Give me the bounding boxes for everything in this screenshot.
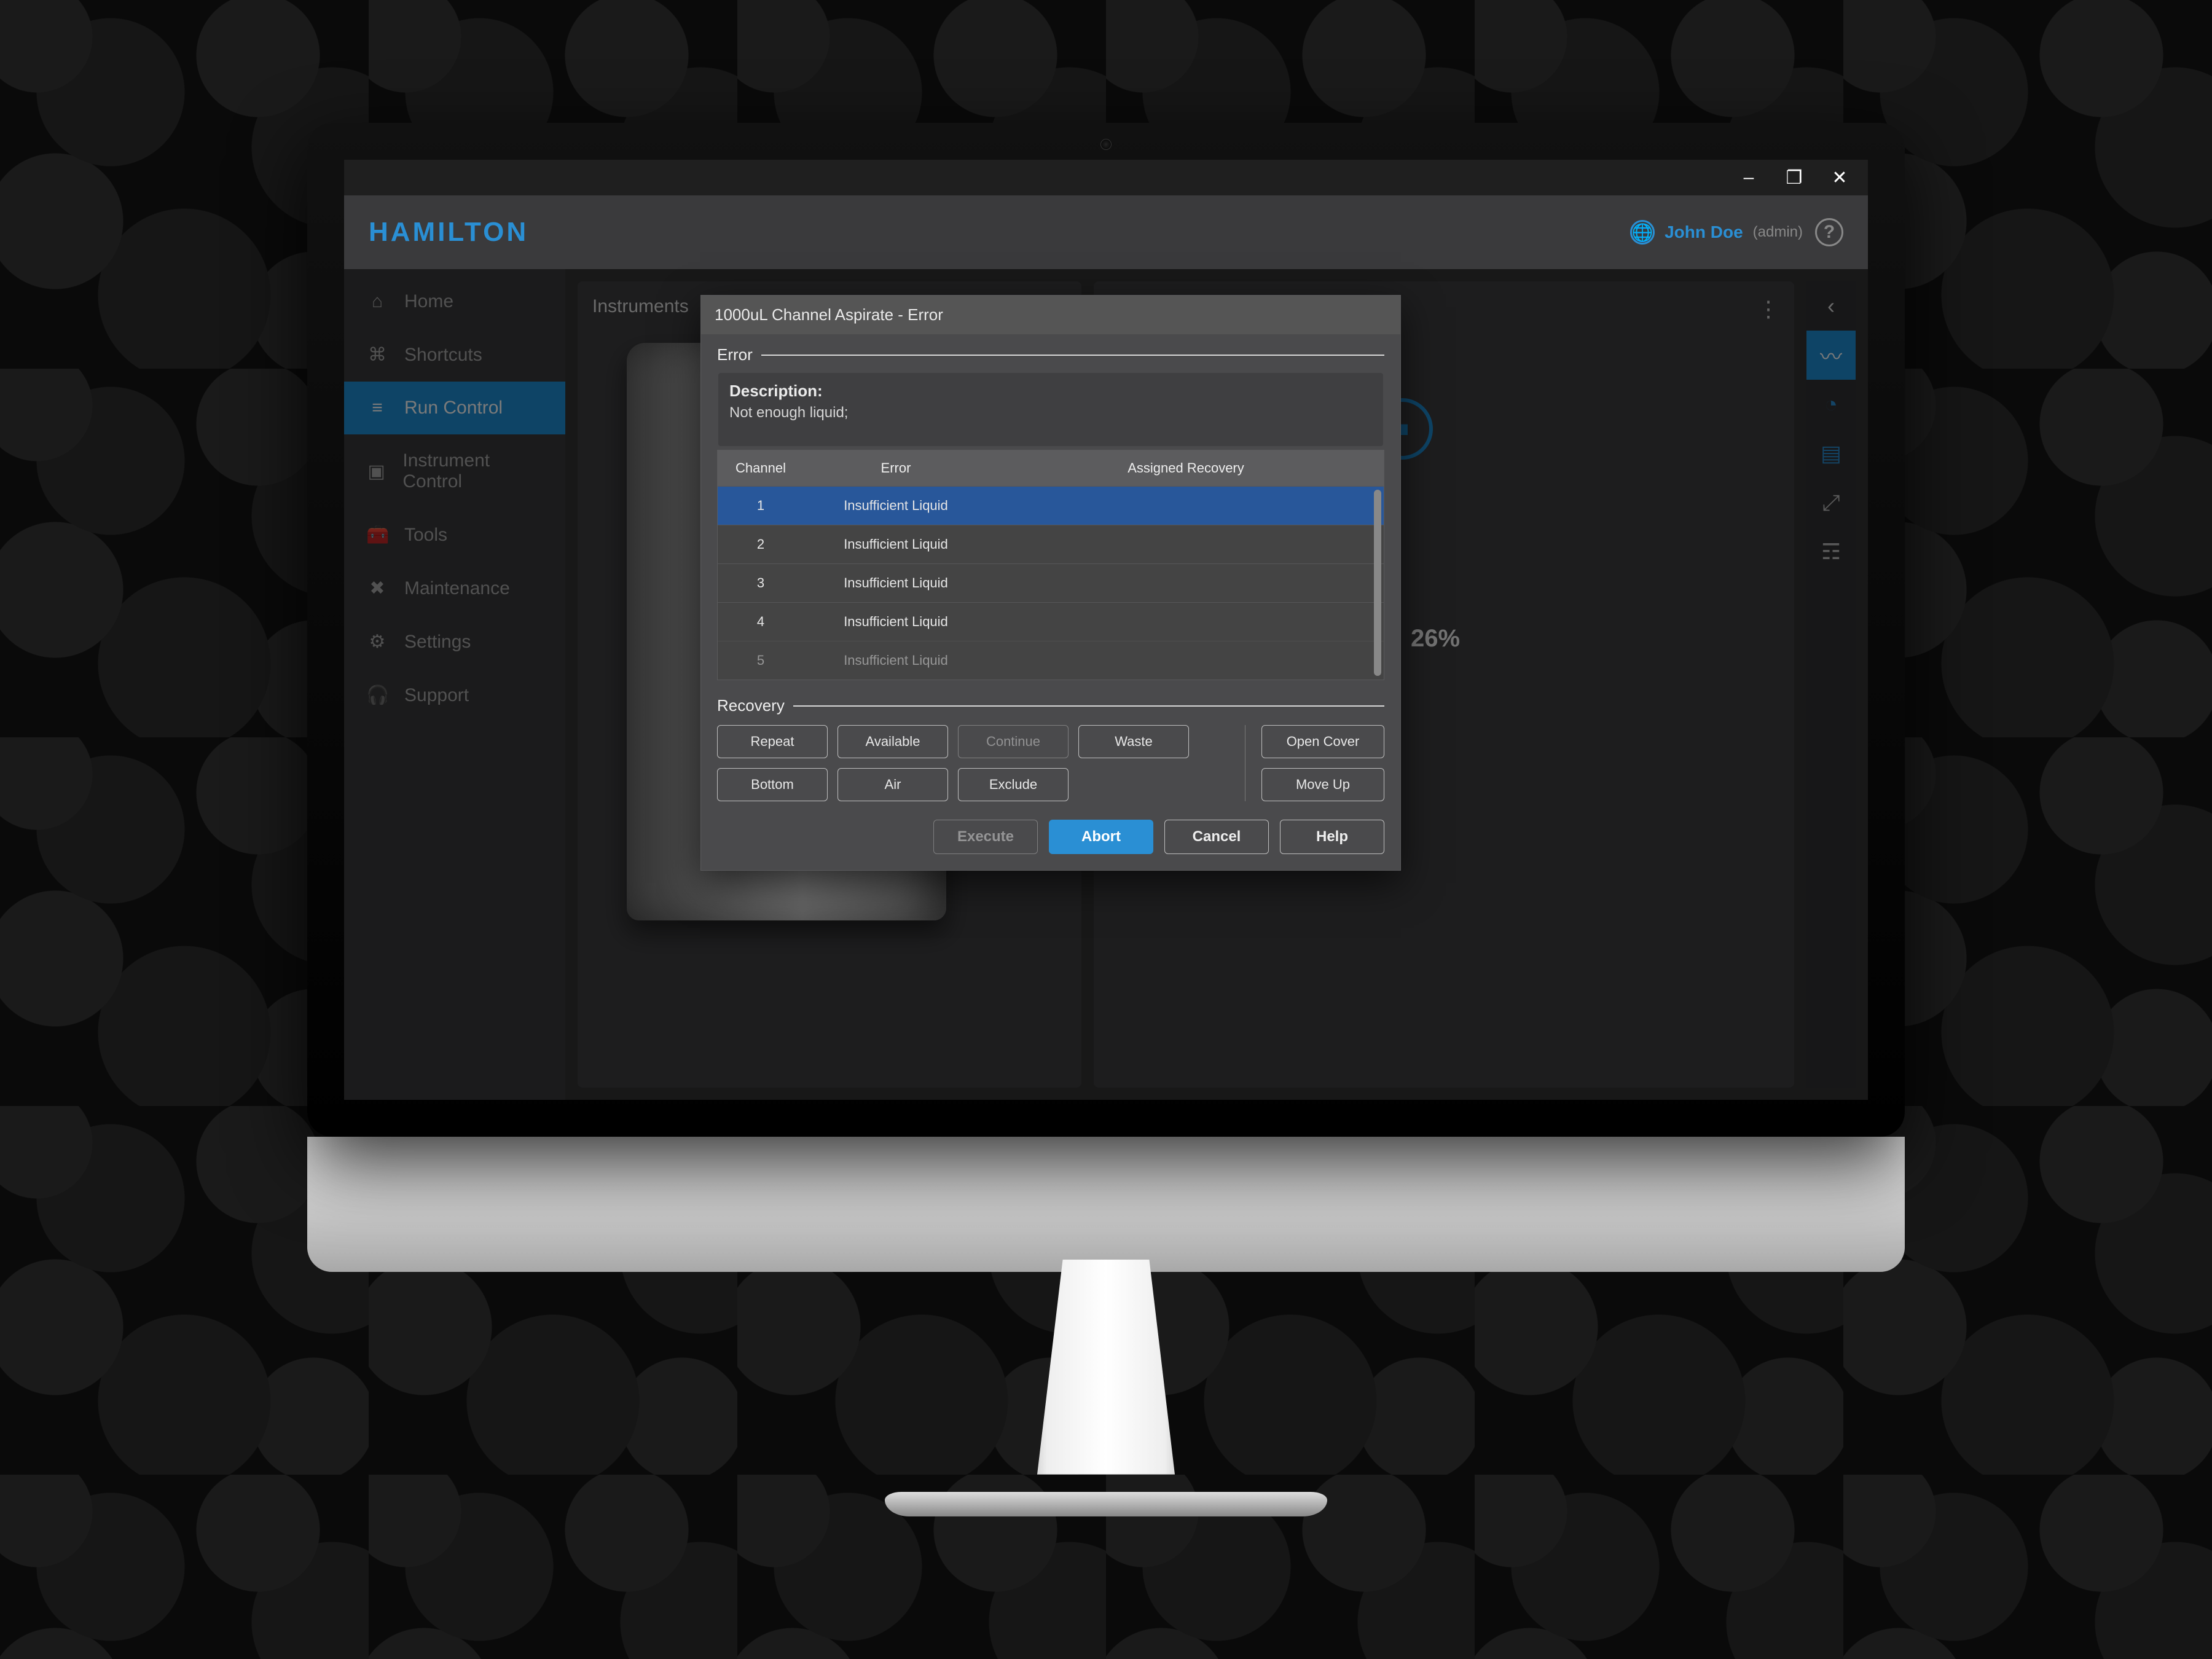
error-section-label: Error bbox=[717, 345, 753, 364]
cell-channel: 1 bbox=[718, 487, 804, 525]
imac-foot bbox=[885, 1492, 1327, 1516]
user-role: (admin) bbox=[1753, 224, 1803, 241]
bottom-button[interactable]: Bottom bbox=[717, 768, 828, 801]
continue-button: Continue bbox=[958, 725, 1069, 758]
window-close-button[interactable]: ✕ bbox=[1826, 164, 1853, 191]
help-button[interactable]: ? bbox=[1815, 218, 1843, 246]
table-scrollbar[interactable] bbox=[1374, 490, 1381, 676]
cell-channel: 2 bbox=[718, 525, 804, 563]
cell-error: Insufficient Liquid bbox=[804, 525, 988, 563]
table-row[interactable]: 1 Insufficient Liquid bbox=[718, 486, 1384, 525]
abort-button[interactable]: Abort bbox=[1049, 820, 1153, 854]
cell-recovery bbox=[988, 641, 1384, 680]
brand-logo: HAMILTON bbox=[369, 217, 528, 248]
user-chip[interactable]: 🌐 John Doe (admin) bbox=[1630, 220, 1803, 245]
cell-recovery bbox=[988, 487, 1384, 525]
cell-channel: 4 bbox=[718, 603, 804, 641]
cancel-button[interactable]: Cancel bbox=[1164, 820, 1269, 854]
app-window: – ❐ ✕ HAMILTON 🌐 John Doe (admin) ? bbox=[344, 160, 1868, 1100]
description-label: Description: bbox=[729, 382, 1372, 401]
col-channel-header: Channel bbox=[718, 450, 804, 486]
exclude-button[interactable]: Exclude bbox=[958, 768, 1069, 801]
table-row[interactable]: 4 Insufficient Liquid bbox=[718, 602, 1384, 641]
cell-channel: 3 bbox=[718, 564, 804, 602]
window-minimize-button[interactable]: – bbox=[1735, 164, 1762, 191]
cell-recovery bbox=[988, 603, 1384, 641]
waste-button[interactable]: Waste bbox=[1078, 725, 1189, 758]
table-row[interactable]: 2 Insufficient Liquid bbox=[718, 525, 1384, 563]
globe-icon: 🌐 bbox=[1630, 220, 1655, 245]
cell-error: Insufficient Liquid bbox=[804, 564, 988, 602]
cell-channel: 5 bbox=[718, 641, 804, 680]
cell-recovery bbox=[988, 564, 1384, 602]
cell-error: Insufficient Liquid bbox=[804, 641, 988, 680]
air-button[interactable]: Air bbox=[837, 768, 948, 801]
help-button[interactable]: Help bbox=[1280, 820, 1384, 854]
description-text: Not enough liquid; bbox=[729, 404, 1372, 422]
open-cover-button[interactable]: Open Cover bbox=[1261, 725, 1384, 758]
imac-stand bbox=[1008, 1260, 1204, 1493]
recovery-section-label: Recovery bbox=[717, 696, 785, 715]
repeat-button[interactable]: Repeat bbox=[717, 725, 828, 758]
imac-camera bbox=[1100, 139, 1112, 150]
table-row[interactable]: 5 Insufficient Liquid bbox=[718, 641, 1384, 680]
cell-error: Insufficient Liquid bbox=[804, 487, 988, 525]
imac-frame: – ❐ ✕ HAMILTON 🌐 John Doe (admin) ? bbox=[307, 123, 1905, 1516]
error-table: Channel Error Assigned Recovery 1 Insuff… bbox=[717, 450, 1384, 680]
user-name: John Doe bbox=[1665, 222, 1743, 242]
cell-recovery bbox=[988, 525, 1384, 563]
description-block: Description: Not enough liquid; bbox=[718, 373, 1383, 446]
imac-chin bbox=[307, 1137, 1905, 1272]
window-maximize-button[interactable]: ❐ bbox=[1781, 164, 1808, 191]
error-dialog: 1000uL Channel Aspirate - Error Error De… bbox=[700, 295, 1401, 871]
header: HAMILTON 🌐 John Doe (admin) ? bbox=[344, 195, 1868, 269]
dialog-title: 1000uL Channel Aspirate - Error bbox=[701, 296, 1400, 334]
execute-button: Execute bbox=[933, 820, 1038, 854]
titlebar: – ❐ ✕ bbox=[344, 160, 1868, 195]
col-recovery-header: Assigned Recovery bbox=[988, 450, 1384, 486]
move-up-button[interactable]: Move Up bbox=[1261, 768, 1384, 801]
table-row[interactable]: 3 Insufficient Liquid bbox=[718, 563, 1384, 602]
col-error-header: Error bbox=[804, 450, 988, 486]
cell-error: Insufficient Liquid bbox=[804, 603, 988, 641]
available-button[interactable]: Available bbox=[837, 725, 948, 758]
